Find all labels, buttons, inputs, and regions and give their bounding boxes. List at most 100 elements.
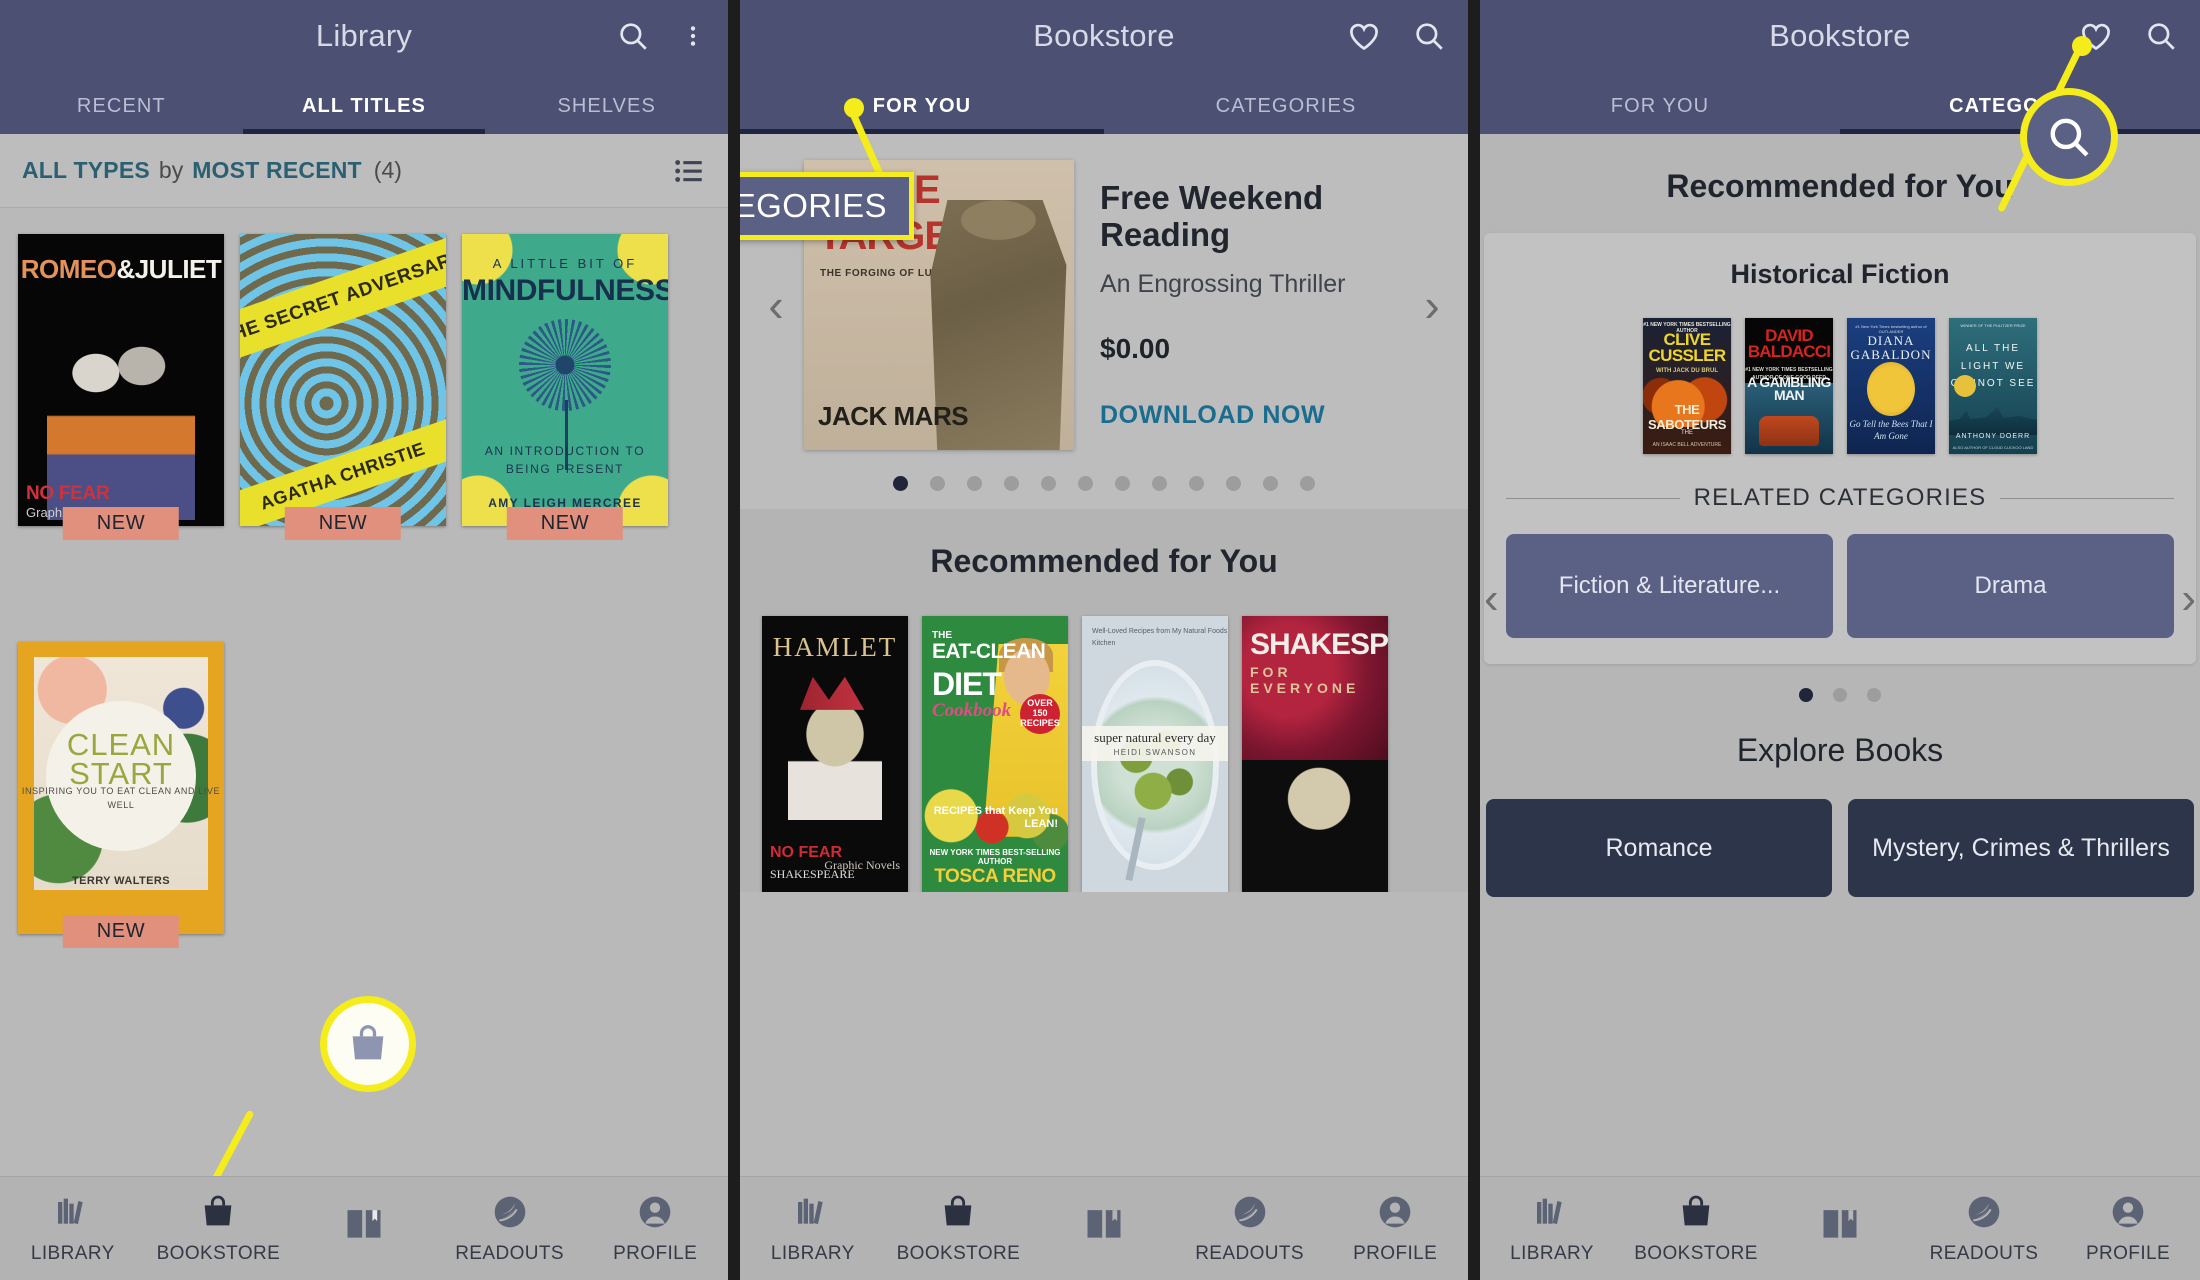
carousel-dot[interactable] [1041, 476, 1056, 491]
explore-books-buttons: Romance Mystery, Crimes & Thrillers [1480, 799, 2200, 897]
cover-art-skull [1268, 759, 1371, 881]
chevron-right-icon[interactable]: › [1404, 282, 1460, 328]
carousel-dot[interactable] [1152, 476, 1167, 491]
cover-imprint: NO FEAR [26, 483, 110, 504]
filter-by-label: by [158, 157, 184, 183]
tab-shelves[interactable]: SHELVES [485, 95, 728, 134]
readouts-icon [490, 1192, 530, 1237]
related-category-drama[interactable]: Drama [1847, 534, 2174, 638]
page-title: Bookstore [1033, 18, 1175, 53]
library-appbar: Library RECENT ALL TITLES SHELVES [0, 0, 728, 134]
nav-item-bookstore[interactable]: BOOKSTORE [146, 1192, 292, 1265]
book-cell[interactable]: CLEAN START INSPIRING YOU TO EAT CLEAN A… [18, 642, 224, 948]
search-icon[interactable] [1412, 19, 1446, 53]
heart-icon[interactable] [1346, 18, 1382, 54]
nav-label-library: LIBRARY [1510, 1243, 1594, 1264]
filter-sort[interactable]: MOST RECENT [192, 157, 362, 184]
page-title: Library [315, 18, 413, 53]
recommended-section: Recommended for You HAMLET NO FEAR SHAKE… [740, 509, 1468, 892]
divider-line [2000, 497, 2175, 499]
search-icon[interactable] [2144, 19, 2178, 53]
carousel-dot[interactable] [967, 476, 982, 491]
books-icon [1532, 1192, 1572, 1237]
nav-item-readouts[interactable]: READOUTS [1912, 1192, 2056, 1265]
carousel-dot[interactable] [893, 476, 908, 491]
filter-type[interactable]: ALL TYPES [22, 157, 150, 184]
carousel-dot[interactable] [930, 476, 945, 491]
chevron-left-icon[interactable]: ‹ [748, 282, 804, 328]
cover-title-band: super natural every day HEIDI SWANSON [1082, 726, 1228, 762]
cover-title: CLEAN START [18, 729, 224, 789]
book-cover-all-the-light-we-cannot-see[interactable]: WINNER OF THE PULITZER PRIZE ALL THE LIG… [1949, 318, 2037, 454]
carousel-dot[interactable] [1799, 688, 1813, 702]
phone-panel-bookstore-categories: Bookstore FOR YOU CATEGORIES Recommended… [1480, 0, 2200, 1280]
related-categories: RELATED CATEGORIES Fiction & Literature.… [1506, 484, 2175, 638]
library-tabs: RECENT ALL TITLES SHELVES [0, 72, 728, 134]
book-cell[interactable]: ROMEO&JULIET NO FEAR Graphic Novels NEW [18, 234, 224, 540]
categories-body: Recommended for You Historical Fiction #… [1480, 134, 2200, 1280]
nav-item-read[interactable] [1031, 1201, 1177, 1256]
nav-item-bookstore[interactable]: BOOKSTORE [1624, 1192, 1768, 1265]
book-cell[interactable]: THE SECRET ADVERSARY AGATHA CHRISTIE NEW [240, 234, 446, 540]
tab-categories[interactable]: CATEGORIES [1104, 95, 1468, 134]
carousel-dot[interactable] [1833, 688, 1847, 702]
nav-item-library[interactable]: LIBRARY [1480, 1192, 1624, 1265]
library-appbar-actions [616, 0, 706, 72]
cover-art-car [1759, 415, 1819, 446]
filter-count: (4) [373, 157, 402, 183]
carousel-dot[interactable] [1226, 476, 1241, 491]
callout-leader-dot [2072, 36, 2092, 56]
download-now-button[interactable]: DOWNLOAD NOW [1100, 401, 1394, 430]
nav-item-read[interactable] [291, 1201, 437, 1256]
shopping-bag-icon [345, 1021, 391, 1067]
tab-recent[interactable]: RECENT [0, 95, 243, 134]
readouts-icon [1964, 1192, 2004, 1237]
chevron-left-icon[interactable]: ‹ [1484, 574, 1499, 624]
book-cover-go-tell-the-bees[interactable]: #1 New York Times bestselling author of … [1847, 318, 1935, 454]
related-category-fiction-literature[interactable]: Fiction & Literature... [1506, 534, 1833, 638]
book-cover-the-saboteurs[interactable]: #1 NEW YORK TIMES BESTSELLING AUTHOR CLI… [1643, 318, 1731, 454]
carousel-dot[interactable] [1867, 688, 1881, 702]
book-cover-eat-clean-diet-cookbook[interactable]: THE EAT-CLEAN DIET Cookbook OVER 150 REC… [922, 616, 1068, 892]
carousel-dot[interactable] [1263, 476, 1278, 491]
book-cover-super-natural-every-day[interactable]: Well-Loved Recipes from My Natural Foods… [1082, 616, 1228, 892]
carousel-dot[interactable] [1078, 476, 1093, 491]
tab-for-you[interactable]: FOR YOU [740, 95, 1104, 134]
nav-item-read[interactable] [1768, 1201, 1912, 1256]
more-vertical-icon[interactable] [680, 19, 706, 53]
bookstore-appbar-top: Bookstore [740, 0, 1468, 72]
category-card-carousel: Historical Fiction #1 NEW YORK TIMES BES… [1480, 205, 2200, 664]
nav-item-profile[interactable]: PROFILE [582, 1192, 728, 1265]
carousel-dot[interactable] [1300, 476, 1315, 491]
book-cover-hamlet[interactable]: HAMLET NO FEAR SHAKESPEARE Graphic Novel… [762, 616, 908, 892]
book-cover-a-gambling-man[interactable]: DAVID BALDACCI #1 NEW YORK TIMES BESTSEL… [1745, 318, 1833, 454]
explore-books-title: Explore Books [1736, 732, 1944, 768]
list-view-icon[interactable] [672, 154, 706, 188]
cover-seal-badge: OVER 150 RECIPES [1020, 694, 1060, 734]
categories-appbar-top: Bookstore [1480, 0, 2200, 72]
nav-item-readouts[interactable]: READOUTS [1177, 1192, 1323, 1265]
book-cover-shakespeare[interactable]: SHAKESPEARE FOR EVERYONE [1242, 616, 1388, 892]
nav-item-readouts[interactable]: READOUTS [437, 1192, 583, 1265]
explore-button-romance[interactable]: Romance [1486, 799, 1832, 897]
search-icon[interactable] [616, 19, 650, 53]
nav-item-library[interactable]: LIBRARY [740, 1192, 886, 1265]
dandelion-art [519, 319, 611, 412]
carousel-dot[interactable] [1004, 476, 1019, 491]
carousel-dot[interactable] [1115, 476, 1130, 491]
nav-item-bookstore[interactable]: BOOKSTORE [886, 1192, 1032, 1265]
book-cell[interactable]: A LITTLE BIT OF MINDFULNESS AN INTRODUCT… [462, 234, 668, 540]
profile-icon [1375, 1192, 1415, 1237]
nav-label-profile: PROFILE [1353, 1243, 1438, 1264]
tab-all-titles[interactable]: ALL TITLES [242, 95, 486, 134]
carousel-dot[interactable] [1189, 476, 1204, 491]
nav-item-library[interactable]: LIBRARY [0, 1192, 146, 1265]
tab-for-you[interactable]: FOR YOU [1480, 95, 1840, 134]
nav-item-profile[interactable]: PROFILE [2056, 1192, 2200, 1265]
new-badge: NEW [506, 507, 624, 540]
explore-button-mystery-crimes-thrillers[interactable]: Mystery, Crimes & Thrillers [1848, 799, 2194, 897]
chevron-right-icon[interactable]: › [2181, 574, 2196, 624]
nav-item-profile[interactable]: PROFILE [1322, 1192, 1468, 1265]
cover-title-line1: EAT-CLEAN [932, 640, 1046, 663]
new-badge: NEW [284, 507, 402, 540]
